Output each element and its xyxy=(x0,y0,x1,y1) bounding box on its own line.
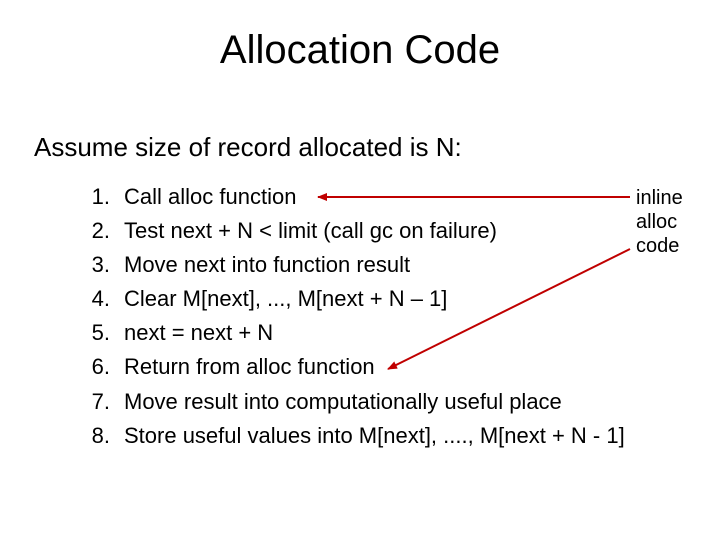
step-number: 8. xyxy=(72,419,124,453)
list-item: 7. Move result into computationally usef… xyxy=(72,385,632,419)
step-text: Call alloc function xyxy=(124,180,632,214)
list-item: 4. Clear M[next], ..., M[next + N – 1] xyxy=(72,282,632,316)
step-text: Test next + N < limit (call gc on failur… xyxy=(124,214,632,248)
step-text: Store useful values into M[next], ...., … xyxy=(124,419,632,453)
step-number: 3. xyxy=(72,248,124,282)
steps-list: 1. Call alloc function 2. Test next + N … xyxy=(72,180,632,453)
list-item: 6. Return from alloc function xyxy=(72,350,632,384)
step-number: 1. xyxy=(72,180,124,214)
step-number: 4. xyxy=(72,282,124,316)
step-text: Move next into function result xyxy=(124,248,632,282)
annotation-line: alloc xyxy=(636,210,683,234)
step-text: Clear M[next], ..., M[next + N – 1] xyxy=(124,282,632,316)
list-item: 2. Test next + N < limit (call gc on fai… xyxy=(72,214,632,248)
list-item: 3. Move next into function result xyxy=(72,248,632,282)
annotation-line: inline xyxy=(636,186,683,210)
list-item: 1. Call alloc function xyxy=(72,180,632,214)
step-number: 6. xyxy=(72,350,124,384)
step-number: 2. xyxy=(72,214,124,248)
list-item: 5. next = next + N xyxy=(72,316,632,350)
step-text: Return from alloc function xyxy=(124,350,632,384)
step-text: Move result into computationally useful … xyxy=(124,385,632,419)
slide-title: Allocation Code xyxy=(0,28,720,73)
list-item: 8. Store useful values into M[next], ...… xyxy=(72,419,632,453)
annotation-line: code xyxy=(636,234,683,258)
margin-annotation: inline alloc code xyxy=(636,186,683,258)
slide-subtitle: Assume size of record allocated is N: xyxy=(34,132,462,163)
step-number: 5. xyxy=(72,316,124,350)
step-text: next = next + N xyxy=(124,316,632,350)
slide: Allocation Code Assume size of record al… xyxy=(0,0,720,540)
step-number: 7. xyxy=(72,385,124,419)
